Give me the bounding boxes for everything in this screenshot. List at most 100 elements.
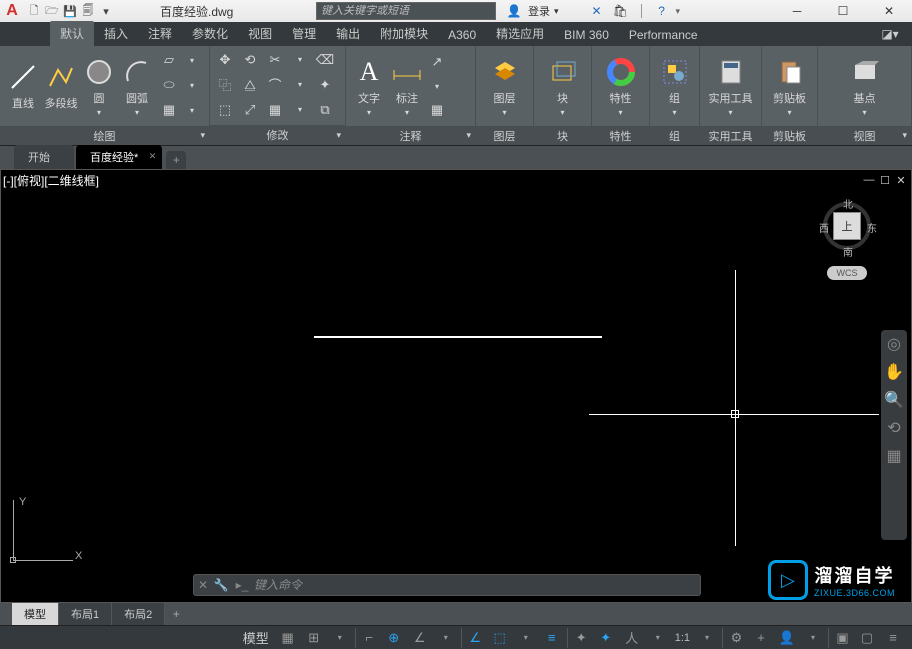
hatch-dd-icon[interactable]: ▾ xyxy=(181,99,203,121)
tab-bim360[interactable]: BIM 360 xyxy=(554,24,619,46)
cmdline-options-icon[interactable]: 🔧 xyxy=(212,578,230,592)
properties-button[interactable]: 特性▾ xyxy=(602,48,640,124)
scale-icon[interactable]: ⤢ xyxy=(239,99,261,121)
status-model-label[interactable]: 模型 xyxy=(237,628,275,648)
status-dd4-icon[interactable]: ▾ xyxy=(645,628,671,648)
status-add-icon[interactable]: + xyxy=(748,628,774,648)
app-logo-icon[interactable]: A xyxy=(0,0,24,22)
array-icon[interactable]: ▦ xyxy=(264,99,286,121)
viewcube[interactable]: 北 东 南 西 上 WCS xyxy=(815,198,879,282)
fillet-dd-icon[interactable]: ▾ xyxy=(289,74,311,96)
file-tab-current[interactable]: 百度经验*✕ xyxy=(76,145,162,169)
utilities-button[interactable]: 实用工具▾ xyxy=(704,48,757,124)
viewcube-west[interactable]: 西 xyxy=(819,220,829,235)
layout-tab-1[interactable]: 布局1 xyxy=(59,603,112,625)
basepoint-button[interactable]: 基点▾ xyxy=(846,48,884,124)
fillet-icon[interactable]: ⌒ xyxy=(264,74,286,96)
status-dd2-icon[interactable]: ▾ xyxy=(433,628,459,648)
viewcube-north[interactable]: 北 xyxy=(843,196,853,211)
status-iso-icon[interactable]: ∠ xyxy=(407,628,433,648)
nav-zoom-icon[interactable]: 🔍 xyxy=(884,390,904,410)
layer-button[interactable]: 图层▾ xyxy=(486,48,524,124)
status-anmon-icon[interactable]: 👤 xyxy=(774,628,800,648)
dimension-button[interactable]: 标注▾ xyxy=(388,48,426,124)
tab-parametric[interactable]: 参数化 xyxy=(182,21,238,46)
nav-pan-icon[interactable]: ✋ xyxy=(884,362,904,382)
exchange-icon[interactable]: ✕ xyxy=(587,3,607,19)
panel-prop-title[interactable]: 特性 xyxy=(592,126,649,145)
trim-dd-icon[interactable]: ▾ xyxy=(289,49,311,71)
command-line[interactable]: ✕ 🔧 ▸_ xyxy=(193,574,701,596)
rotate-icon[interactable]: ⟲ xyxy=(239,49,261,71)
tab-manage[interactable]: 管理 xyxy=(282,21,326,46)
ucs-icon[interactable]: Y X xyxy=(13,500,83,570)
leader-icon[interactable]: ↗ xyxy=(426,51,448,73)
viewport-close-icon[interactable]: ✕ xyxy=(895,174,907,186)
trim-icon[interactable]: ✂ xyxy=(264,49,286,71)
new-icon[interactable]: 🗋 xyxy=(26,3,42,19)
panel-draw-title[interactable]: 绘图 xyxy=(0,126,209,145)
status-dyn-icon[interactable]: 人 xyxy=(619,628,645,648)
help-drop-icon[interactable]: ▾ xyxy=(676,6,681,17)
layout-tab-add[interactable]: + xyxy=(165,607,187,621)
leader-dd-icon[interactable]: ▾ xyxy=(426,75,448,97)
block-button[interactable]: 块▾ xyxy=(544,48,582,124)
status-osnap-icon[interactable]: ∠ xyxy=(461,628,487,648)
status-ws-icon[interactable]: ⚙ xyxy=(722,628,748,648)
status-dd3-icon[interactable]: ▾ xyxy=(513,628,539,648)
layout-tab-model[interactable]: 模型 xyxy=(12,603,59,625)
status-snap-icon[interactable]: ⊞ xyxy=(301,628,327,648)
panel-annot-title[interactable]: 注释 xyxy=(346,126,475,145)
maximize-button[interactable]: ☐ xyxy=(820,0,866,22)
login-drop-icon[interactable]: ▾ xyxy=(554,6,559,17)
erase-icon[interactable]: ⌫ xyxy=(314,49,336,71)
tab-performance[interactable]: Performance xyxy=(619,24,708,46)
status-dd1-icon[interactable]: ▾ xyxy=(327,628,353,648)
group-button[interactable]: 组▾ xyxy=(654,48,695,124)
viewport-max-icon[interactable]: ☐ xyxy=(879,174,891,186)
panel-group-title[interactable]: 组 xyxy=(650,126,699,145)
tab-default[interactable]: 默认 xyxy=(50,21,94,46)
nav-orbit-icon[interactable]: ⟲ xyxy=(884,418,904,438)
copy-icon[interactable]: ⿻ xyxy=(214,74,236,96)
panel-view-title[interactable]: 视图 xyxy=(818,126,911,145)
saveas-icon[interactable]: 🗐 xyxy=(80,3,96,19)
login-label[interactable]: 登录 xyxy=(528,3,550,19)
panel-modify-title[interactable]: 修改 xyxy=(210,125,345,145)
offset-icon[interactable]: ⧉ xyxy=(314,99,336,121)
circle-button[interactable]: 圆▾ xyxy=(80,48,118,124)
save-icon[interactable]: 💾 xyxy=(62,3,78,19)
status-lwt-icon[interactable]: ≡ xyxy=(539,628,565,648)
viewport-min-icon[interactable]: — xyxy=(863,174,875,186)
table-icon[interactable]: ▦ xyxy=(426,99,448,121)
nav-showmotion-icon[interactable]: ▦ xyxy=(884,446,904,466)
line-button[interactable]: 直线 xyxy=(4,48,42,124)
status-qprop-icon[interactable]: ▣ xyxy=(828,628,854,648)
explode-icon[interactable]: ✦ xyxy=(314,74,336,96)
search-box[interactable] xyxy=(316,2,496,20)
tab-output[interactable]: 输出 xyxy=(326,21,370,46)
status-3dosnap-icon[interactable]: ✦ xyxy=(593,628,619,648)
viewport-label[interactable]: [-][俯视][二维线框] xyxy=(3,172,99,189)
search-input[interactable] xyxy=(317,5,495,17)
wcs-label[interactable]: WCS xyxy=(827,266,867,280)
status-clean-icon[interactable]: ▢ xyxy=(854,628,880,648)
app-store-icon[interactable]: 🛍 xyxy=(611,3,631,19)
file-tab-add[interactable]: + xyxy=(166,151,186,169)
command-input[interactable] xyxy=(254,578,700,592)
tab-annotate[interactable]: 注释 xyxy=(138,21,182,46)
status-dd6-icon[interactable]: ▾ xyxy=(800,628,826,648)
nav-wheel-icon[interactable]: ◎ xyxy=(884,334,904,354)
viewcube-east[interactable]: 东 xyxy=(867,220,877,235)
tab-featured[interactable]: 精选应用 xyxy=(486,21,554,46)
tab-close-icon[interactable]: ✕ xyxy=(149,151,157,162)
layout-tab-2[interactable]: 布局2 xyxy=(112,603,165,625)
tab-view[interactable]: 视图 xyxy=(238,21,282,46)
rect-icon[interactable]: ▱ xyxy=(158,49,180,71)
cmdline-close-icon[interactable]: ✕ xyxy=(194,578,212,592)
file-tab-start[interactable]: 开始 xyxy=(14,145,74,169)
tab-insert[interactable]: 插入 xyxy=(94,21,138,46)
viewcube-top-face[interactable]: 上 xyxy=(833,212,861,240)
ellipse-icon[interactable]: ⬭ xyxy=(158,74,180,96)
stretch-icon[interactable]: ⬚ xyxy=(214,99,236,121)
